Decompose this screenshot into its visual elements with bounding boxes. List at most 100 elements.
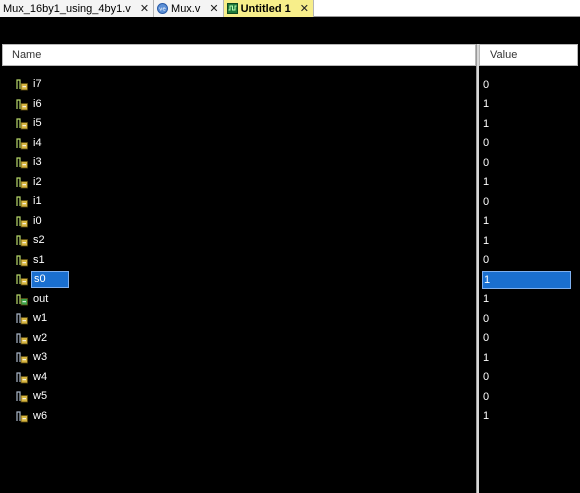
tab-mux-16by1[interactable]: Mux_16by1_using_4by1.v ✕ (0, 0, 155, 17)
signal-value: 1 (483, 215, 490, 228)
signal-name: out (33, 292, 49, 305)
waveform-icon (226, 3, 238, 14)
signal-value-row-s1[interactable]: 0 (482, 251, 574, 271)
tab-label: Mux_16by1_using_4by1.v (3, 2, 131, 15)
signal-name: w5 (33, 390, 48, 403)
signal-value: 1 (483, 117, 490, 130)
tab-mux-v[interactable]: ve Mux.v ✕ (154, 0, 224, 17)
signal-name: w1 (33, 312, 48, 325)
input-signal-icon (16, 156, 29, 169)
signal-row-i2[interactable]: i2 (16, 173, 466, 193)
signal-value-row-i3[interactable]: 0 (482, 153, 574, 173)
signal-value: 1 (483, 98, 490, 111)
signal-value: 0 (483, 254, 490, 267)
signal-value: 1 (483, 176, 490, 189)
signal-value: 0 (483, 390, 490, 403)
signal-row-w1[interactable]: w1 (16, 309, 466, 329)
signal-row-w5[interactable]: w5 (16, 387, 466, 407)
signal-value-row-w4[interactable]: 0 (482, 368, 574, 388)
wire-signal-icon (16, 390, 29, 403)
signal-value-row-out[interactable]: 1 (482, 290, 574, 310)
input-signal-icon (16, 215, 29, 228)
signal-row-i6[interactable]: i6 (16, 95, 466, 115)
signal-value: 1 (483, 293, 490, 306)
signal-row-i4[interactable]: i4 (16, 134, 466, 154)
signal-value-row-w1[interactable]: 0 (482, 309, 574, 329)
signal-row-out[interactable]: out (16, 290, 466, 310)
signal-value: 0 (483, 78, 490, 91)
signal-name: i2 (33, 175, 42, 188)
signal-row-i5[interactable]: i5 (16, 114, 466, 134)
editor-tab-bar: Mux_16by1_using_4by1.v ✕ ve Mux.v ✕ Unti… (0, 0, 580, 17)
wire-signal-icon (16, 410, 29, 423)
signal-row-i1[interactable]: i1 (16, 192, 466, 212)
wire-signal-icon (16, 312, 29, 325)
signal-value-row-w3[interactable]: 1 (482, 348, 574, 368)
signal-row-s0[interactable]: s0 (16, 270, 466, 290)
close-icon[interactable]: ✕ (300, 2, 309, 15)
signal-value: 1 (483, 234, 490, 247)
tab-untitled-1[interactable]: Untitled 1 ✕ (223, 0, 314, 17)
wire-signal-icon (16, 371, 29, 384)
signal-name: i6 (33, 97, 42, 110)
signal-value-row-i5[interactable]: 1 (482, 114, 574, 134)
value-column-header[interactable]: Value (479, 44, 578, 66)
signal-row-i3[interactable]: i3 (16, 153, 466, 173)
input-signal-icon (16, 273, 29, 286)
signal-row-s1[interactable]: s1 (16, 251, 466, 271)
signal-value: 1 (483, 351, 490, 364)
signal-name: i7 (33, 78, 42, 91)
signal-value-row-i2[interactable]: 1 (482, 173, 574, 193)
close-icon[interactable]: ✕ (209, 2, 218, 15)
signal-value: 0 (483, 156, 490, 169)
signal-value-row-i7[interactable]: 0 (482, 75, 574, 95)
name-column-header[interactable]: Name (2, 44, 476, 66)
verilog-file-icon: ve (157, 3, 169, 14)
input-signal-icon (16, 195, 29, 208)
tab-label: Untitled 1 (240, 2, 291, 15)
signal-value: 0 (483, 332, 490, 345)
signal-name: w3 (33, 351, 48, 364)
signal-row-w6[interactable]: w6 (16, 407, 466, 427)
signal-value-row-i1[interactable]: 0 (482, 192, 574, 212)
signal-name: i3 (33, 156, 42, 169)
signal-value: 1 (483, 410, 490, 423)
signal-name: w6 (33, 409, 48, 422)
signal-value-row-i0[interactable]: 1 (482, 212, 574, 232)
signal-row-s2[interactable]: s2 (16, 231, 466, 251)
signal-name: s0 (31, 271, 69, 289)
input-signal-icon (16, 234, 29, 247)
tab-label: Mux.v (171, 2, 201, 15)
signal-name: i5 (33, 117, 42, 130)
signal-name: i1 (33, 195, 42, 208)
input-signal-icon (16, 254, 29, 267)
signal-value-row-s0[interactable]: 1 (482, 270, 574, 290)
signal-value: 1 (482, 270, 571, 289)
signal-row-w4[interactable]: w4 (16, 368, 466, 388)
signal-row-i0[interactable]: i0 (16, 212, 466, 232)
wire-signal-icon (16, 332, 29, 345)
signal-value: 0 (483, 312, 490, 325)
signal-row-i7[interactable]: i7 (16, 75, 466, 95)
signal-value-row-i6[interactable]: 1 (482, 95, 574, 115)
signal-value-list: 0 1 1 0 0 1 0 1 1 0 1 1 0 0 1 0 0 1 (482, 75, 574, 426)
column-splitter[interactable] (476, 44, 479, 493)
signal-value-row-s2[interactable]: 1 (482, 231, 574, 251)
signal-value-row-w5[interactable]: 0 (482, 387, 574, 407)
output-signal-icon (16, 293, 29, 306)
signal-value: 0 (483, 137, 490, 150)
wire-signal-icon (16, 351, 29, 364)
signal-name: w4 (33, 370, 48, 383)
signal-value: 0 (483, 371, 490, 384)
signal-value-row-i4[interactable]: 0 (482, 134, 574, 154)
signal-row-w2[interactable]: w2 (16, 329, 466, 349)
signal-value-row-w6[interactable]: 1 (482, 407, 574, 427)
svg-text:ve: ve (159, 7, 166, 13)
signal-value: 0 (483, 195, 490, 208)
signal-value-row-w2[interactable]: 0 (482, 329, 574, 349)
signal-row-w3[interactable]: w3 (16, 348, 466, 368)
signal-name: i0 (33, 214, 42, 227)
close-icon[interactable]: ✕ (140, 2, 149, 15)
signal-name-list: i7 i6 i5 i4 i3 i2 i1 i0 s2 s1 s0 out w1 … (16, 75, 466, 426)
signal-name: i4 (33, 136, 42, 149)
